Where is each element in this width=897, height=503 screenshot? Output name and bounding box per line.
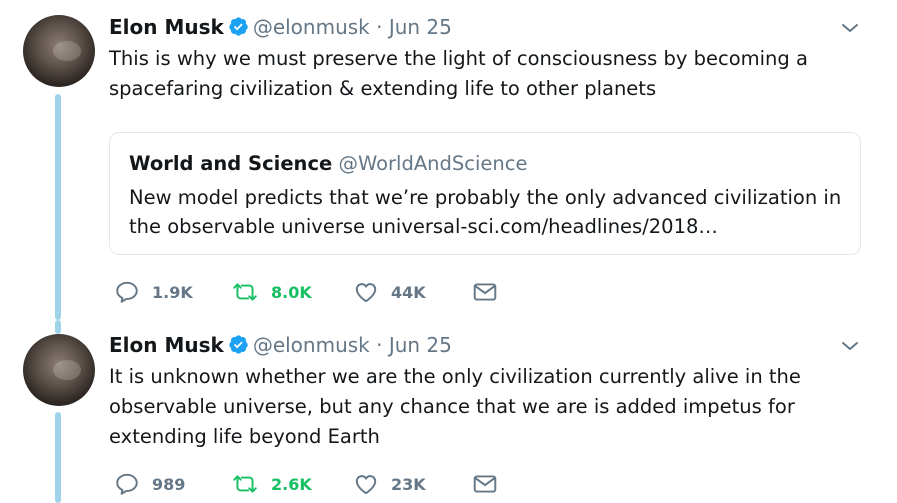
author-handle[interactable]: @elonmusk — [253, 333, 370, 357]
like-count: 23K — [391, 474, 426, 494]
tweet-text: This is why we must preserve the light o… — [109, 47, 808, 100]
header-separator: · — [376, 15, 383, 39]
thread-connector-line — [55, 320, 61, 334]
author-name[interactable]: Elon Musk — [109, 333, 224, 357]
heart-icon — [353, 471, 379, 497]
envelope-icon — [472, 471, 498, 497]
tweet-text: It is unknown whether we are the only ci… — [109, 365, 801, 448]
quoted-tweet-text: New model predicts that we’re probably t… — [129, 186, 842, 238]
direct-message-button[interactable] — [472, 278, 498, 306]
chevron-down-icon[interactable] — [838, 334, 862, 358]
retweet-button[interactable]: 2.6K — [231, 470, 312, 498]
tweet-date[interactable]: Jun 25 — [389, 15, 452, 39]
quoted-author-name: World and Science — [129, 152, 333, 175]
retweet-count: 8.0K — [271, 282, 312, 302]
quoted-tweet-header: World and Science @WorldAndScience — [129, 152, 528, 175]
retweet-button[interactable]: 8.0K — [231, 278, 312, 306]
reply-icon — [114, 471, 140, 497]
retweet-count: 2.6K — [271, 474, 312, 494]
thread-connector-line — [55, 412, 61, 503]
heart-icon — [353, 279, 379, 305]
retweet-icon — [231, 471, 259, 497]
verified-badge-icon — [228, 334, 249, 360]
like-count: 44K — [391, 282, 426, 302]
like-button[interactable]: 44K — [353, 278, 426, 306]
direct-message-button[interactable] — [472, 470, 498, 498]
quoted-tweet-card[interactable]: World and Science @WorldAndScience New m… — [109, 132, 861, 255]
reply-button[interactable]: 989 — [114, 470, 185, 498]
reply-count: 989 — [152, 474, 186, 494]
quoted-author-handle: @WorldAndScience — [338, 152, 528, 175]
reply-button[interactable]: 1.9K — [114, 278, 193, 306]
tweet[interactable]: Elon Musk @elonmusk · Jun 25 It is unknow… — [0, 320, 897, 503]
chevron-down-icon[interactable] — [838, 16, 862, 40]
avatar[interactable] — [23, 334, 95, 406]
author-handle[interactable]: @elonmusk — [253, 15, 370, 39]
header-separator: · — [376, 333, 383, 357]
avatar[interactable] — [23, 15, 95, 87]
author-name[interactable]: Elon Musk — [109, 15, 224, 39]
reply-count: 1.9K — [152, 282, 193, 302]
tweet-date[interactable]: Jun 25 — [389, 333, 452, 357]
retweet-icon — [231, 279, 259, 305]
thread-connector-line — [55, 94, 61, 320]
reply-icon — [114, 279, 140, 305]
tweet[interactable]: Elon Musk @elonmusk · Jun 25 This is why … — [0, 0, 897, 320]
tweet-header: Elon Musk @elonmusk · Jun 25 — [109, 333, 452, 360]
like-button[interactable]: 23K — [353, 470, 426, 498]
verified-badge-icon — [228, 16, 249, 42]
envelope-icon — [472, 279, 498, 305]
tweet-header: Elon Musk @elonmusk · Jun 25 — [109, 15, 452, 42]
tweet-actions: 1.9K 8.0K 44K — [109, 278, 529, 306]
tweet-actions: 989 2.6K 23K — [109, 470, 529, 498]
